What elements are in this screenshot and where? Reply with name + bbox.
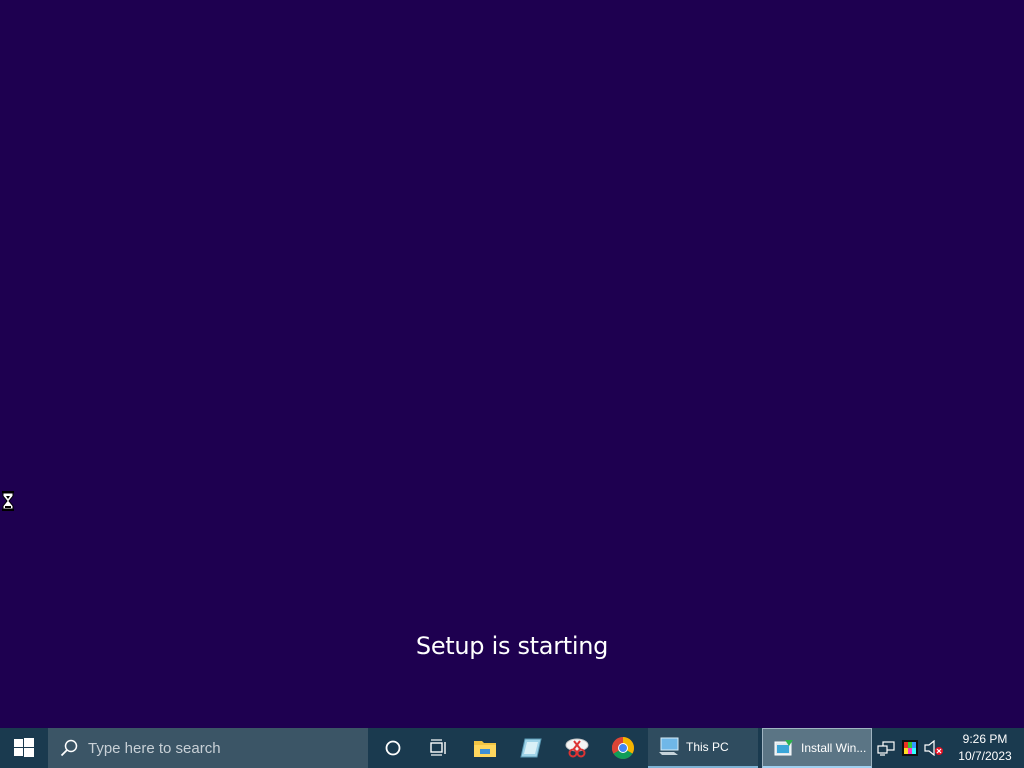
windows-logo-icon (14, 738, 34, 757)
start-button[interactable] (0, 728, 48, 768)
chrome-button[interactable] (600, 728, 646, 768)
setup-status-text: Setup is starting (415, 632, 609, 660)
cortana-button[interactable] (370, 728, 416, 768)
clock-date: 10/7/2023 (958, 749, 1012, 763)
color-app-tray-button[interactable] (898, 728, 922, 768)
system-tray: 9:26 PM 10/7/2023 (874, 728, 1024, 768)
scissors-icon (565, 738, 589, 758)
task-view-icon (430, 739, 446, 756)
network-tray-button[interactable] (874, 728, 898, 768)
search-input[interactable]: Type here to search (48, 728, 368, 768)
search-placeholder: Type here to search (88, 739, 221, 757)
taskbar-app-install-windows[interactable]: Install Win... (762, 728, 872, 768)
taskbar-clock[interactable]: 9:26 PM 10/7/2023 (946, 728, 1024, 768)
app-icon (520, 738, 542, 758)
file-explorer-button[interactable] (462, 728, 508, 768)
desktop-background: Setup is starting (0, 0, 1024, 728)
task-view-button[interactable] (416, 728, 462, 768)
speaker-muted-icon (924, 740, 943, 756)
computer-icon (659, 737, 679, 755)
color-app-icon (902, 740, 918, 756)
cortana-circle-icon (385, 740, 401, 756)
taskbar-app-label: This PC (686, 740, 729, 754)
volume-tray-button[interactable] (922, 728, 946, 768)
clock-time: 9:26 PM (962, 732, 1008, 746)
taskbar: Type here to search This PC Install Win.… (0, 728, 1024, 768)
folder-icon (474, 741, 496, 757)
taskbar-app-label: Install Win... (801, 740, 867, 755)
snipping-tool-button[interactable] (554, 728, 600, 768)
network-icon (877, 741, 895, 756)
chrome-icon (612, 737, 634, 759)
hourglass-busy-icon (2, 491, 14, 511)
install-windows-icon (774, 739, 793, 755)
taskbar-app-this-pc[interactable]: This PC (648, 728, 758, 768)
notepad-app-button[interactable] (508, 728, 554, 768)
search-icon (60, 739, 78, 757)
